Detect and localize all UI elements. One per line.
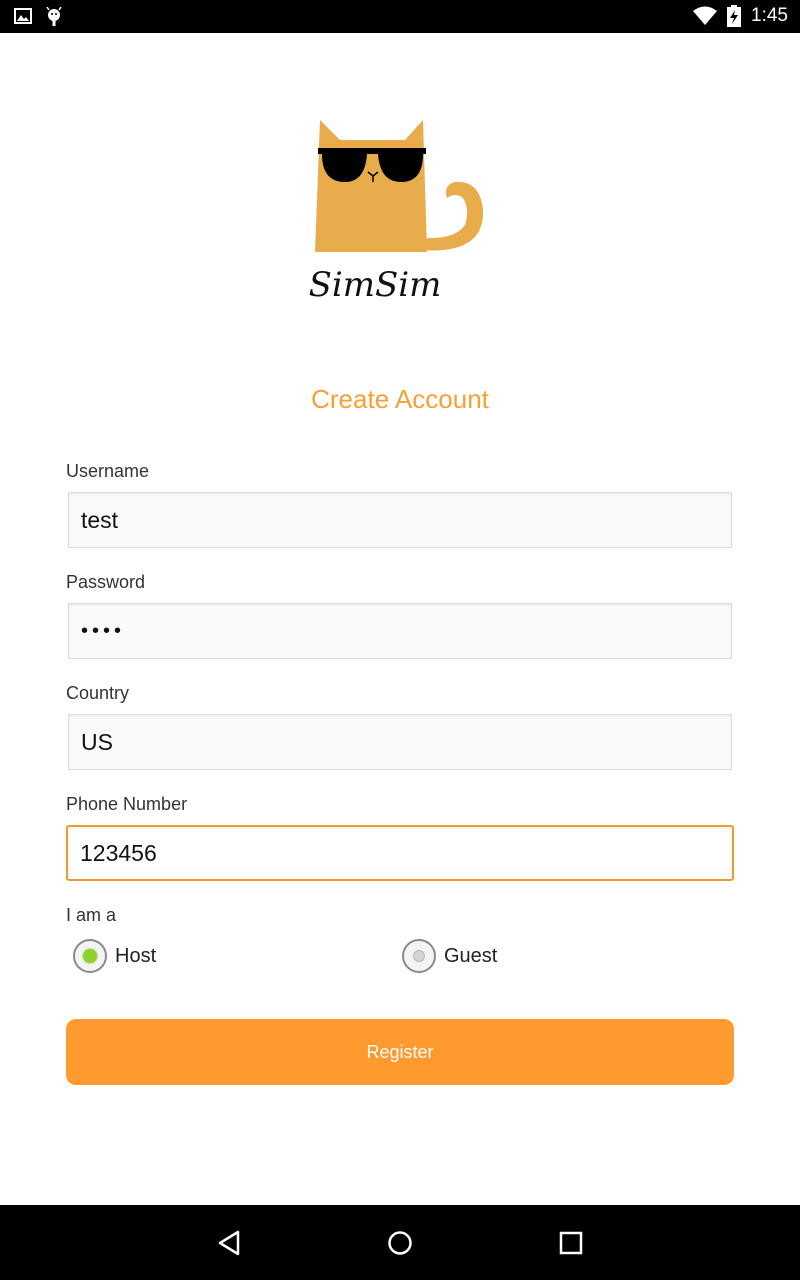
phone-label: Phone Number [66, 794, 188, 814]
register-button[interactable]: Register [66, 1019, 734, 1085]
battery-charging-icon [727, 5, 742, 27]
role-label: I am a [66, 905, 117, 925]
radio-guest-button[interactable] [402, 939, 436, 973]
recents-icon[interactable] [557, 1229, 585, 1257]
password-label: Password [66, 572, 146, 592]
phone-input[interactable]: 123456 [66, 825, 734, 881]
country-input[interactable]: US [68, 714, 732, 770]
home-icon[interactable] [386, 1229, 414, 1257]
radio-guest-label[interactable]: Guest [444, 945, 497, 968]
brand-name: SimSim [308, 265, 442, 305]
android-debug-icon [46, 7, 62, 26]
status-time: 1:45 [751, 5, 788, 26]
status-left-icons [14, 7, 62, 27]
radio-selected-dot [83, 949, 97, 963]
app-logo: SimSim [305, 110, 495, 320]
radio-host-label[interactable]: Host [115, 945, 156, 968]
radio-host-button[interactable] [73, 939, 107, 973]
country-label: Country [66, 683, 130, 703]
radio-host[interactable]: Host [73, 939, 156, 973]
username-input[interactable]: test [68, 492, 732, 548]
back-icon[interactable] [216, 1229, 244, 1257]
password-input[interactable]: •••• [68, 603, 732, 659]
status-bar: 1:45 [0, 0, 800, 33]
wifi-icon [693, 6, 718, 25]
navigation-bar [0, 1205, 800, 1280]
cat-with-sunglasses-icon [315, 120, 484, 252]
status-right-icons: 1:45 [693, 5, 788, 27]
username-label: Username [66, 461, 150, 481]
radio-unselected-dot [413, 950, 425, 962]
gallery-icon [14, 8, 32, 24]
page-title: Create Account [311, 384, 489, 414]
radio-guest[interactable]: Guest [402, 939, 497, 973]
